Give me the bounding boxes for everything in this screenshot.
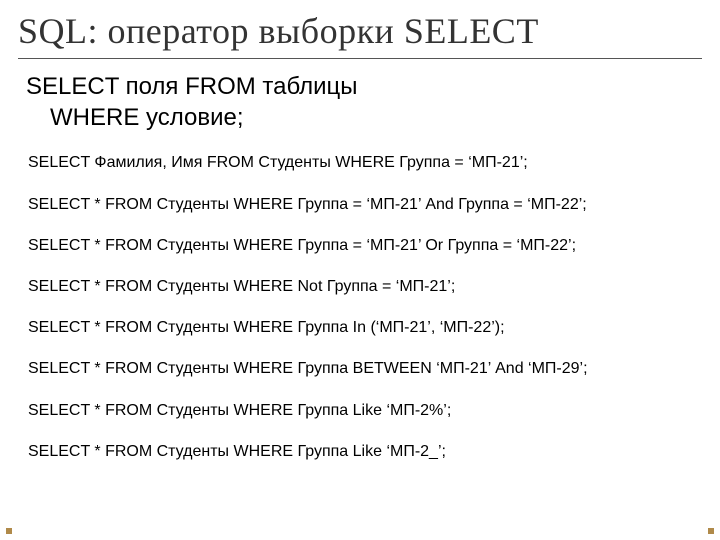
syntax-line-2: WHERE условие; [50,102,702,133]
corner-decoration-bottom-right [704,524,714,534]
corner-decoration-bottom-left [6,524,16,534]
syntax-line-1: SELECT поля FROM таблицы [26,73,358,100]
page-title: SQL: оператор выборки SELECT [18,10,702,59]
example-4: SELECT * FROM Студенты WHERE Not Группа … [28,277,702,296]
slide: SQL: оператор выборки SELECT SELECT поля… [18,10,702,522]
example-6: SELECT * FROM Студенты WHERE Группа BETW… [28,359,702,378]
example-2: SELECT * FROM Студенты WHERE Группа = ‘М… [28,195,702,214]
example-3: SELECT * FROM Студенты WHERE Группа = ‘М… [28,236,702,255]
example-1: SELECT Фамилия, Имя FROM Студенты WHERE … [28,153,702,172]
example-5: SELECT * FROM Студенты WHERE Группа In (… [28,318,702,337]
syntax-block: SELECT поля FROM таблицы WHERE условие; [26,71,702,133]
example-7: SELECT * FROM Студенты WHERE Группа Like… [28,401,702,420]
example-8: SELECT * FROM Студенты WHERE Группа Like… [28,442,702,461]
